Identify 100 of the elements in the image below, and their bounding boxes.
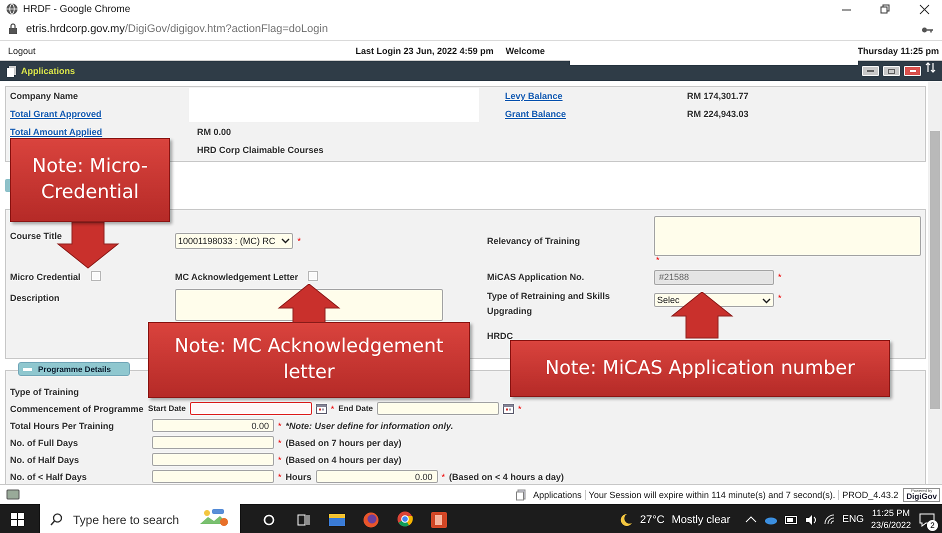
sort-arrows-icon [925, 62, 936, 72]
field-label: Description [10, 293, 60, 303]
required-mark: * [656, 256, 661, 265]
balance-value: RM 174,301.77 [687, 91, 750, 101]
moon-icon [618, 512, 634, 526]
calendar-icon [316, 404, 327, 414]
notification-button[interactable]: 2 [918, 510, 936, 528]
checkbox[interactable] [308, 271, 318, 281]
start-date-label: Start Date [148, 404, 186, 413]
end-date-label: End Date [338, 404, 373, 413]
window-title: HRDF - Google Chrome [23, 4, 132, 14]
input-field[interactable] [152, 470, 274, 483]
logout-link[interactable]: Logout [8, 46, 36, 56]
hours-label: Hours [286, 472, 312, 482]
hint-text: (Based on 4 hours per day) [286, 454, 402, 464]
hint-text: (Based on < 4 hours a day) [449, 472, 564, 482]
callout-note: Note: MC Acknowledgement letter [148, 322, 470, 398]
battery-icon [785, 514, 798, 524]
weather-text: Mostly clear [672, 514, 730, 526]
date-time: Thursday 11:25 pm [857, 46, 939, 56]
field-label: Relevancy of Training [487, 236, 580, 246]
field-label: Micro Credential [10, 272, 81, 282]
close-button[interactable] [904, 66, 921, 76]
chrome-icon [397, 510, 413, 526]
field-label: No. of Half Days [10, 454, 80, 464]
chevron-up-icon [745, 515, 758, 524]
session-text: Your Session will expire within 114 minute(s) and 7 second(s). [584, 490, 838, 500]
required-mark: * [278, 438, 282, 448]
landscape-icon [200, 508, 230, 528]
note-text: *Note: User define for information only. [286, 420, 454, 430]
required-mark: * [278, 472, 282, 482]
balance-value: RM 224,943.03 [687, 109, 750, 119]
speaker-icon [805, 514, 818, 526]
last-login-text: Last Login 23 Jun, 2022 4:59 pm [356, 46, 494, 56]
module-text: Applications [532, 490, 583, 500]
slides-icon [431, 512, 447, 528]
globe-icon [6, 3, 18, 15]
field-label: Total Hours Per Training [10, 420, 115, 430]
panel-title: Applications [21, 66, 76, 76]
calendar-icon [502, 404, 514, 414]
wifi-icon [824, 514, 836, 525]
input-field[interactable] [152, 453, 274, 466]
required-mark: * [518, 404, 522, 414]
balance-link[interactable]: Grant Balance [505, 109, 687, 119]
required-mark: * [330, 404, 334, 414]
hint-text: (Based on 7 hours per day) [286, 438, 402, 448]
windows-icon [10, 513, 24, 526]
close-icon [919, 4, 930, 14]
required-mark: * [778, 293, 782, 303]
field-label: Company Name [10, 91, 80, 101]
caret-icon [281, 237, 290, 244]
welcome-text: Welcome [506, 46, 545, 56]
amount-value: RM 0.00 [196, 127, 232, 137]
start-date-field[interactable] [190, 402, 312, 415]
field-label: Type of Training [10, 386, 80, 396]
field-label: Commencement of Programme [10, 404, 145, 414]
cloud-icon [764, 514, 778, 524]
section-toggle[interactable]: Programme Details [18, 362, 130, 376]
end-date-field[interactable] [376, 402, 499, 415]
callout-note: Note: Micro-Credential [10, 138, 170, 222]
clock[interactable]: 11:25 PM 23/6/2022 [870, 508, 911, 531]
amount-applied-link[interactable]: Total Amount Applied [10, 127, 185, 137]
field-label: MiCAS Application No. [487, 272, 584, 282]
required-mark: * [297, 236, 301, 246]
balance-link[interactable]: Levy Balance [505, 91, 687, 101]
course-select[interactable]: 10001198033 : (MC) RC [175, 232, 294, 248]
required-mark: * [442, 472, 446, 482]
field-label: MC Acknowledgement Letter [175, 272, 298, 282]
input-field[interactable] [152, 436, 274, 449]
circle-icon [263, 514, 275, 526]
required-mark: * [278, 454, 282, 464]
course-type-text: HRD Corp Claimable Courses [196, 145, 325, 155]
documents-icon [6, 65, 17, 77]
hours-field[interactable]: 0.00 [316, 470, 438, 483]
minimize-button[interactable] [862, 66, 879, 76]
task-view-icon [296, 514, 310, 526]
maximize-button[interactable] [883, 66, 900, 76]
checkbox[interactable] [90, 271, 101, 281]
version-text: PROD_4.43.2 [838, 490, 902, 500]
restore-icon [880, 4, 891, 14]
grant-approved-link[interactable]: Total Grant Approved [10, 109, 185, 119]
documents-icon [516, 488, 526, 500]
temperature-text: 27°C [640, 514, 665, 526]
required-mark: * [278, 420, 282, 430]
input-field[interactable]: 0.00 [152, 419, 274, 432]
field-label: Type of Retraining and Skills Upgrading [487, 290, 611, 318]
caret-icon [762, 296, 771, 304]
field-label: Course Title [10, 231, 62, 241]
field-label: HRDC [487, 331, 513, 341]
language-indicator[interactable]: ENG [842, 514, 864, 525]
folder-icon [329, 512, 345, 526]
callout-note: Note: MiCAS Application number [510, 340, 890, 397]
scrollbar[interactable] [928, 81, 942, 484]
search-icon [50, 513, 63, 526]
field-label: No. of Full Days [10, 438, 80, 448]
search-field[interactable]: Type here to search [40, 504, 240, 533]
lock-icon [8, 23, 18, 35]
required-mark: * [778, 272, 782, 282]
address-bar[interactable]: etris.hrdcorp.gov.my/DigiGov/digigov.htm?actionFlag=doLogin [26, 23, 913, 35]
field-label: No. of < Half Days [10, 472, 88, 482]
